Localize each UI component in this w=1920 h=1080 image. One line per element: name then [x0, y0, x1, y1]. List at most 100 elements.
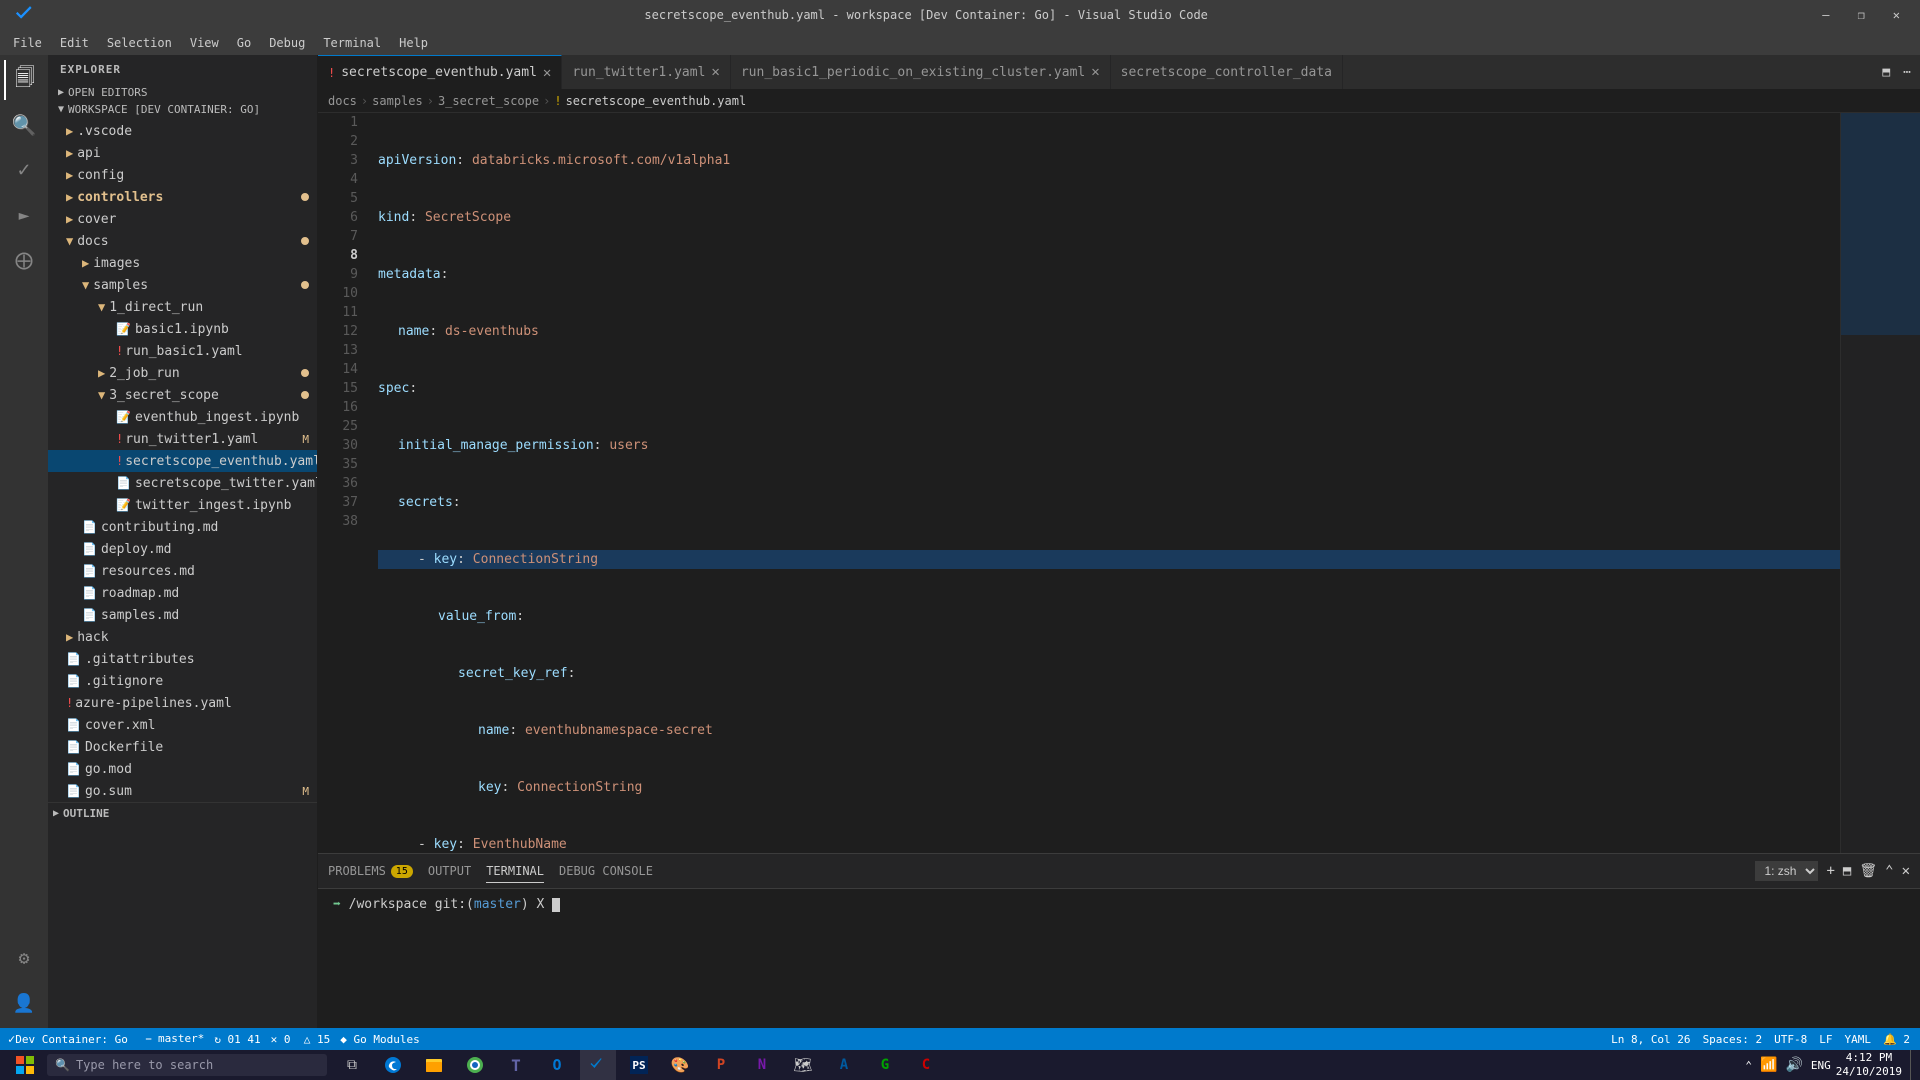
close-button[interactable]: ✕	[1883, 4, 1910, 26]
terminal-add-button[interactable]: +	[1826, 863, 1834, 879]
terminal-content[interactable]: ➡ /workspace git:(master) X	[318, 889, 1920, 1028]
status-encoding[interactable]: UTF-8	[1774, 1033, 1807, 1046]
tree-item-azure-pipelines-yaml[interactable]: ! azure-pipelines.yaml	[48, 692, 317, 714]
tree-item-go-mod[interactable]: 📄 go.mod	[48, 758, 317, 780]
tab-split-icon[interactable]: ⬒	[1878, 61, 1894, 84]
tree-item-secretscope-twitter-yaml[interactable]: 📄 secretscope_twitter.yaml M	[48, 472, 317, 494]
tab-more-icon[interactable]: ⋯	[1899, 61, 1915, 84]
tree-item-cover[interactable]: ▶ cover	[48, 208, 317, 230]
tree-item-images[interactable]: ▶ images	[48, 252, 317, 274]
status-notifications[interactable]: 🔔 2	[1883, 1033, 1910, 1046]
tree-item-roadmap-md[interactable]: 📄 roadmap.md	[48, 582, 317, 604]
vscode-taskbar-icon[interactable]	[580, 1050, 616, 1080]
lang-icon[interactable]: ENG	[1811, 1059, 1831, 1072]
tab-run-twitter1-yaml[interactable]: run_twitter1.yaml ✕	[562, 55, 731, 89]
menu-edit[interactable]: Edit	[52, 34, 97, 52]
status-sync[interactable]: ↻ 01 41	[214, 1033, 260, 1046]
teams-taskbar-icon[interactable]: T	[498, 1050, 534, 1080]
tab-close-btn[interactable]: ✕	[543, 65, 551, 81]
tree-item-deploy-md[interactable]: 📄 deploy.md	[48, 538, 317, 560]
tree-item-1-direct-run[interactable]: ▼ 1_direct_run	[48, 296, 317, 318]
tree-item-samples-md[interactable]: 📄 samples.md	[48, 604, 317, 626]
tree-item-secretscope-eventhub-yaml[interactable]: ! secretscope_eventhub.yaml	[48, 450, 317, 472]
status-cursor-pos[interactable]: Ln 8, Col 26	[1611, 1033, 1690, 1046]
shell-selector[interactable]: 1: zsh	[1755, 861, 1818, 881]
tree-item-config[interactable]: ▶ config	[48, 164, 317, 186]
status-spaces[interactable]: Spaces: 2	[1703, 1033, 1763, 1046]
paint-taskbar-icon[interactable]: 🎨	[662, 1050, 698, 1080]
menu-selection[interactable]: Selection	[99, 34, 180, 52]
show-desktop-button[interactable]	[1910, 1050, 1915, 1080]
breadcrumb-current[interactable]: secretscope_eventhub.yaml	[566, 94, 747, 108]
tree-item-api[interactable]: ▶ api	[48, 142, 317, 164]
edge-icon[interactable]	[375, 1050, 411, 1080]
tree-item-docs[interactable]: ▼ docs	[48, 230, 317, 252]
remote-icon[interactable]: ⚙	[4, 938, 44, 978]
explorer-icon[interactable]: 🗐	[4, 60, 44, 100]
tab-run-basic1-periodic[interactable]: run_basic1_periodic_on_existing_cluster.…	[731, 55, 1111, 89]
status-line-ending[interactable]: LF	[1819, 1033, 1832, 1046]
volume-icon[interactable]: 🔊	[1785, 1057, 1802, 1073]
outlook-taskbar-icon[interactable]: O	[539, 1050, 575, 1080]
status-errors[interactable]: ✕ 0 △ 15	[271, 1033, 331, 1046]
tab-close-btn-2[interactable]: ✕	[711, 64, 719, 80]
tree-item-vscode[interactable]: ▶ .vscode	[48, 120, 317, 142]
tree-item-outline[interactable]: ▶ OUTLINE	[48, 802, 317, 824]
menu-file[interactable]: File	[5, 34, 50, 52]
chrome-taskbar-icon[interactable]	[457, 1050, 493, 1080]
maps-taskbar-icon[interactable]: 🗺	[785, 1050, 821, 1080]
search-icon[interactable]: 🔍	[4, 105, 44, 145]
maximize-button[interactable]: ❐	[1848, 4, 1875, 26]
tree-item-twitter-ingest[interactable]: 📝 twitter_ingest.ipynb	[48, 494, 317, 516]
tab-close-btn-3[interactable]: ✕	[1091, 64, 1099, 80]
terminal-tab[interactable]: TERMINAL	[486, 860, 544, 883]
tree-item-basic1-ipynb[interactable]: 📝 basic1.ipynb	[48, 318, 317, 340]
debug-console-tab[interactable]: DEBUG CONSOLE	[559, 860, 653, 882]
output-tab[interactable]: OUTPUT	[428, 860, 471, 882]
wifi-icon[interactable]: 📶	[1760, 1057, 1777, 1073]
app2-taskbar-icon[interactable]: G	[867, 1050, 903, 1080]
onenote-taskbar-icon[interactable]: N	[744, 1050, 780, 1080]
datetime-block[interactable]: 4:12 PM 24/10/2019	[1836, 1051, 1902, 1080]
source-control-icon[interactable]: ✓	[4, 150, 44, 190]
status-branch[interactable]: ⎯ master*	[146, 1032, 204, 1046]
menu-help[interactable]: Help	[391, 34, 436, 52]
menu-debug[interactable]: Debug	[261, 34, 313, 52]
tree-item-hack[interactable]: ▶ hack	[48, 626, 317, 648]
tree-item-run-twitter1-yaml[interactable]: ! run_twitter1.yaml M	[48, 428, 317, 450]
workspace-section[interactable]: ▼ WORKSPACE [DEV CONTAINER: GO]	[48, 101, 317, 118]
task-view-button[interactable]: ⧉	[334, 1050, 370, 1080]
tab-secretscope-eventhub-yaml[interactable]: ! secretscope_eventhub.yaml ✕	[318, 55, 562, 89]
menu-go[interactable]: Go	[229, 34, 259, 52]
start-button[interactable]	[5, 1050, 45, 1080]
code-content[interactable]: apiVersion: databricks.microsoft.com/v1a…	[368, 113, 1840, 853]
tree-item-contributing-md[interactable]: 📄 contributing.md	[48, 516, 317, 538]
tree-item-dockerfile[interactable]: 📄 Dockerfile	[48, 736, 317, 758]
explorer-taskbar-icon[interactable]	[416, 1050, 452, 1080]
menu-view[interactable]: View	[182, 34, 227, 52]
window-controls[interactable]: — ❐ ✕	[1812, 4, 1910, 26]
app1-taskbar-icon[interactable]: A	[826, 1050, 862, 1080]
powershell-taskbar-icon[interactable]: PS	[621, 1050, 657, 1080]
tree-item-2-job-run[interactable]: ▶ 2_job_run	[48, 362, 317, 384]
terminal-maximize-button[interactable]: ⌃	[1885, 863, 1893, 879]
tab-secretscope-controller[interactable]: secretscope_controller_data	[1111, 55, 1343, 89]
terminal-split-button[interactable]: ⬒	[1843, 863, 1851, 879]
powerpoint-taskbar-icon[interactable]: P	[703, 1050, 739, 1080]
tree-item-run-basic1-yaml[interactable]: ! run_basic1.yaml	[48, 340, 317, 362]
app3-taskbar-icon[interactable]: C	[908, 1050, 944, 1080]
system-tray-expand[interactable]: ⌃	[1745, 1059, 1752, 1072]
debug-icon[interactable]: ►	[4, 195, 44, 235]
tree-item-gitignore[interactable]: 📄 .gitignore	[48, 670, 317, 692]
search-bar[interactable]: 🔍 Type here to search	[47, 1054, 327, 1076]
extensions-icon[interactable]: ⨁	[4, 240, 44, 280]
minimize-button[interactable]: —	[1812, 4, 1839, 26]
open-editors-section[interactable]: ▶ OPEN EDITORS	[48, 84, 317, 101]
tree-item-samples[interactable]: ▼ samples	[48, 274, 317, 296]
terminal-close-button[interactable]: ✕	[1902, 863, 1910, 879]
menu-terminal[interactable]: Terminal	[315, 34, 389, 52]
breadcrumb-samples[interactable]: samples	[372, 94, 423, 108]
tree-item-resources-md[interactable]: 📄 resources.md	[48, 560, 317, 582]
terminal-kill-button[interactable]: 🗑	[1859, 863, 1877, 879]
breadcrumb-3-secret-scope[interactable]: 3_secret_scope	[438, 94, 539, 108]
